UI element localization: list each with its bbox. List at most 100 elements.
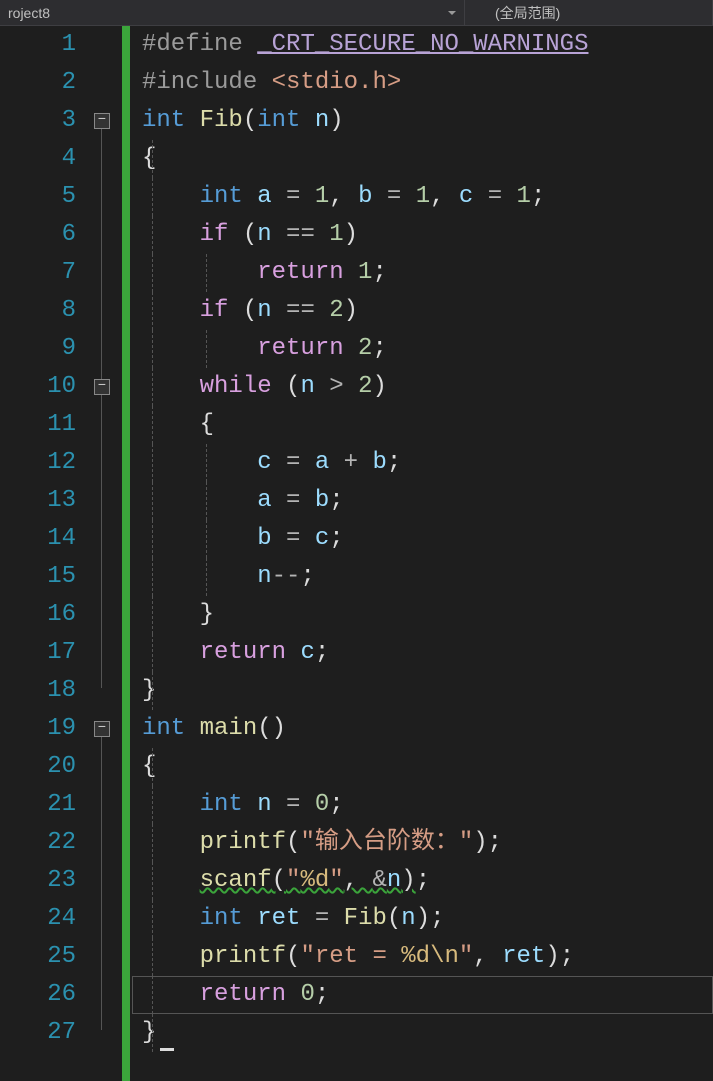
variable: n [257,791,271,818]
function-name: main [200,715,258,742]
variable: c [315,525,329,552]
string-literal: "输入台阶数：" [300,829,473,856]
code-line[interactable]: int Fib(int n) [142,102,713,140]
indent-guide [206,558,207,596]
code-line[interactable]: if (n == 2) [142,292,713,330]
operator: = [272,449,315,476]
code-line[interactable]: #define _CRT_SECURE_NO_WARNINGS [142,26,713,64]
code-line[interactable]: { [142,406,713,444]
code-line[interactable]: a = b; [142,482,713,520]
line-number: 19 [0,710,76,748]
indent-guide [152,558,153,596]
fold-toggle[interactable]: − [94,721,110,737]
variable: n [387,867,401,894]
preprocessor-keyword: #define [142,31,243,58]
paren: ) [473,829,487,856]
control-keyword: if [200,297,229,324]
number: 1 [517,183,531,210]
code-editor[interactable]: 1 2 3 4 5 6 7 8 9 10 11 12 13 14 15 16 1… [0,26,713,1081]
number: 2 [329,297,343,324]
number: 2 [358,373,372,400]
line-number: 26 [0,976,76,1014]
code-line[interactable]: int a = 1, b = 1, c = 1; [142,178,713,216]
format-specifier: %d [401,943,430,970]
line-number: 11 [0,406,76,444]
variable: a [315,449,329,476]
brace: { [142,145,156,172]
code-line[interactable]: } [142,596,713,634]
code-line[interactable]: printf("ret = %d\n", ret); [142,938,713,976]
code-line[interactable]: { [142,748,713,786]
navigation-bar: roject8 (全局范围) [0,0,713,26]
line-number: 10 [0,368,76,406]
code-line[interactable]: { [142,140,713,178]
number: 1 [416,183,430,210]
operator: = [272,791,315,818]
line-number: 2 [0,64,76,102]
code-line[interactable]: } [142,1014,713,1052]
type-keyword: int [257,107,300,134]
line-number-gutter: 1 2 3 4 5 6 7 8 9 10 11 12 13 14 15 16 1… [0,26,94,1081]
code-line[interactable]: printf("输入台阶数："); [142,824,713,862]
project-dropdown-label: roject8 [8,5,50,21]
macro-identifier: _CRT_SECURE_NO_WARNINGS [257,31,588,58]
param: n [315,107,329,134]
indent-guide [206,254,207,292]
code-line[interactable]: return 0; [142,976,713,1014]
code-line[interactable]: scanf("%d", &n); [142,862,713,900]
code-line[interactable]: int main() [142,710,713,748]
code-line[interactable]: if (n == 1) [142,216,713,254]
code-line[interactable]: } [142,672,713,710]
function-name: Fib [200,107,243,134]
code-line[interactable]: int ret = Fib(n); [142,900,713,938]
paren: ( [243,221,257,248]
semicolon: ; [416,867,430,894]
code-line[interactable]: return 1; [142,254,713,292]
operator: = [272,525,315,552]
operator: = [473,183,516,210]
line-number: 20 [0,748,76,786]
paren: ( [286,943,300,970]
indent-guide [152,748,153,786]
type-keyword: int [200,791,243,818]
paren: ( [387,905,401,932]
semicolon: ; [329,525,343,552]
brace: } [142,677,156,704]
variable: n [257,563,271,590]
scope-dropdown[interactable]: (全局范围) [465,0,713,25]
indent-guide [152,444,153,482]
code-line[interactable]: return 2; [142,330,713,368]
type-keyword: int [200,183,243,210]
variable: n [257,221,271,248]
variable: c [257,449,271,476]
variable: b [257,525,271,552]
paren: ) [344,221,358,248]
paren: ) [272,715,286,742]
string-quote: " [286,867,300,894]
function-call: printf [200,943,286,970]
line-number: 27 [0,1014,76,1052]
control-keyword: return [257,335,343,362]
fold-toggle[interactable]: − [94,379,110,395]
line-number: 13 [0,482,76,520]
variable: a [257,183,271,210]
code-content[interactable]: #define _CRT_SECURE_NO_WARNINGS #include… [130,26,713,1081]
code-line[interactable]: n--; [142,558,713,596]
project-dropdown[interactable]: roject8 [0,0,465,25]
code-line[interactable]: b = c; [142,520,713,558]
line-number: 17 [0,634,76,672]
indent-guide [152,596,153,634]
code-line[interactable]: while (n > 2) [142,368,713,406]
function-call: Fib [344,905,387,932]
paren: ( [243,297,257,324]
function-call: scanf [200,867,272,894]
code-line[interactable]: int n = 0; [142,786,713,824]
code-line[interactable]: c = a + b; [142,444,713,482]
change-marker [122,26,130,1081]
brace: } [142,1019,156,1046]
semicolon: ; [372,335,386,362]
fold-line [101,129,102,384]
code-line[interactable]: #include <stdio.h> [142,64,713,102]
fold-toggle[interactable]: − [94,113,110,129]
code-line[interactable]: return c; [142,634,713,672]
